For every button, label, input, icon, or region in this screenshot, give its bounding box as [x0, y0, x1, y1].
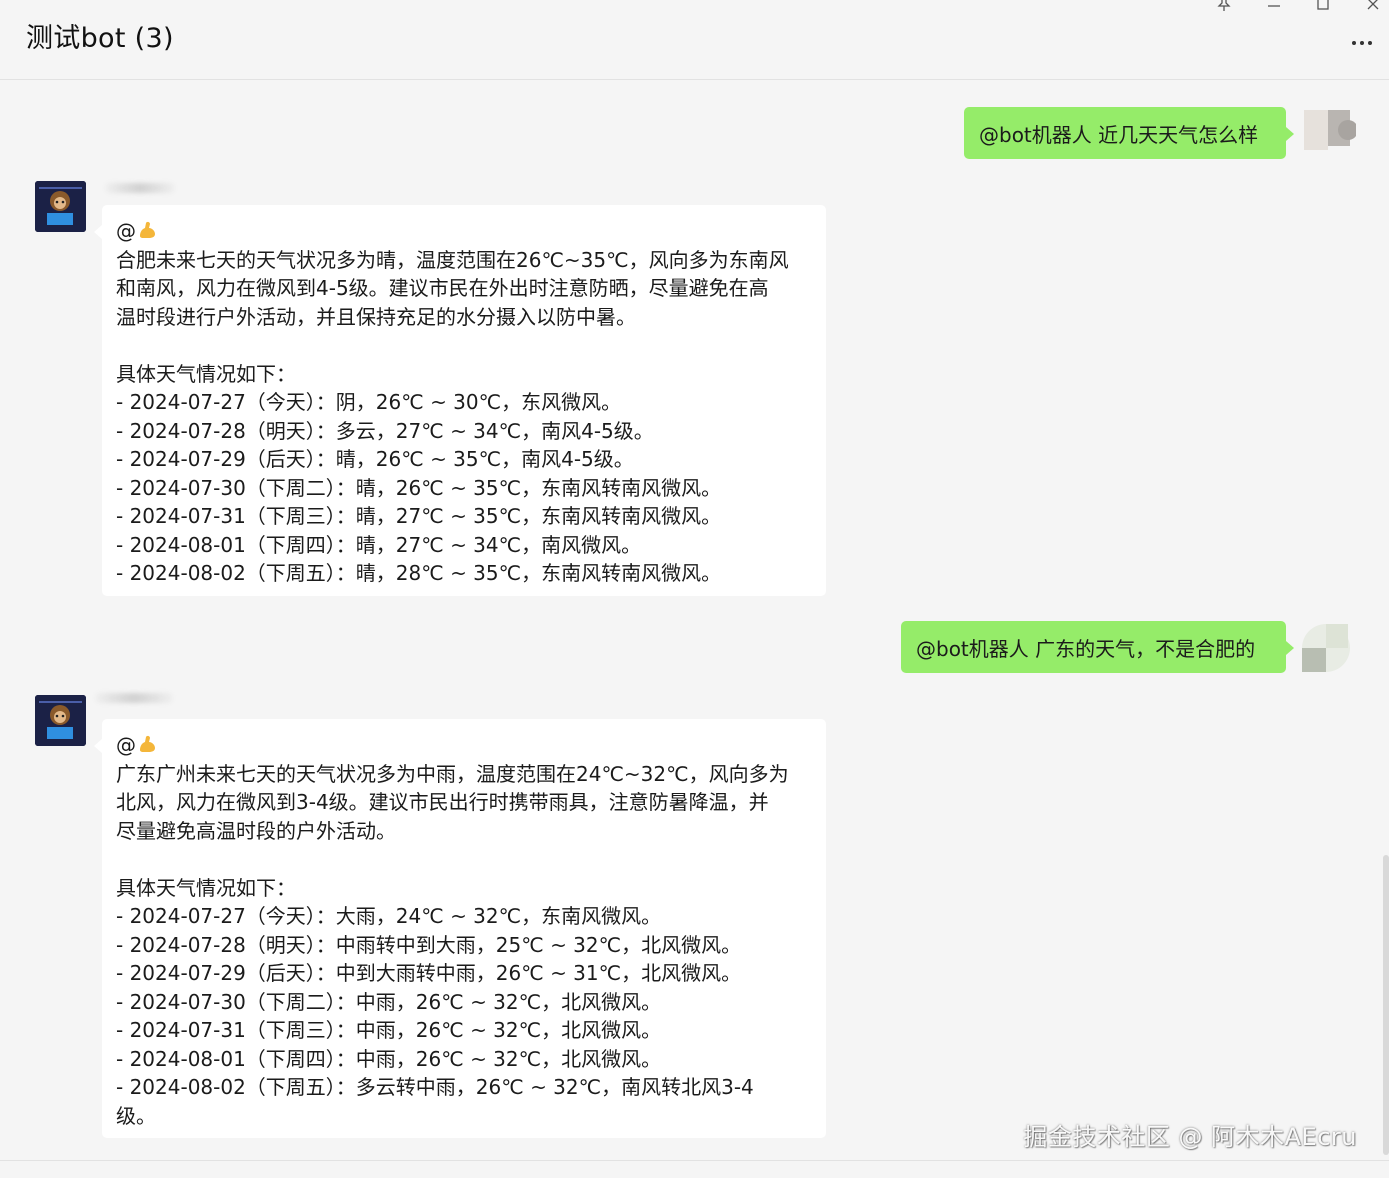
message-text: @bot机器人 广东的天气，不是合肥的 — [916, 636, 1256, 661]
title-bar: 测试bot (3) — [0, 0, 1389, 80]
message-bubble[interactable]: @ 广东广州未来七天的天气状况多为中雨，温度范围在24℃~32℃，风向多为 北风… — [94, 719, 826, 1138]
forecast-line: - 2024-08-02（下周五）：多云转中雨，26℃ ~ 32℃，南风转北风3… — [116, 1075, 754, 1099]
mention-line: @ — [116, 731, 812, 760]
forecast-line: - 2024-07-31（下周三）：中雨，26℃ ~ 32℃，北风微风。 — [116, 1018, 662, 1042]
forecast-line: 级。 — [116, 1103, 156, 1128]
forecast-line: - 2024-07-28（明天）：中雨转中到大雨，25℃ ~ 32℃，北风微风。 — [116, 932, 742, 957]
forecast-line: - 2024-07-30（下周二）：中雨，26℃ ~ 32℃，北风微风。 — [116, 989, 662, 1014]
avatar[interactable] — [1300, 106, 1356, 162]
message-bubble[interactable]: @bot机器人 广东的天气，不是合肥的 — [901, 621, 1294, 673]
message-text: @bot机器人 近几天天气怎么样 — [979, 122, 1259, 147]
avatar[interactable] — [1300, 618, 1356, 674]
minimize-icon[interactable] — [1262, 0, 1286, 14]
close-icon[interactable] — [1361, 0, 1385, 14]
watermark: 掘金技术社区 @ 阿木木AEcru — [1023, 1123, 1357, 1151]
flexed-biceps-emoji — [136, 219, 158, 241]
sender-name — [105, 183, 175, 193]
forecast-line: - 2024-07-29（后天）：中到大雨转中雨，26℃ ~ 31℃，北风微风。 — [116, 961, 742, 985]
scrollbar[interactable] — [1383, 855, 1389, 1155]
message-text-line: 和南风，风力在微风到4-5级。建议市民在外出时注意防晒，尽量避免在高 — [116, 276, 769, 300]
sender-name — [95, 693, 173, 703]
avatar[interactable] — [35, 181, 86, 232]
forecast-line: - 2024-07-31（下周三）：晴，27℃ ~ 35℃，东南风转南风微风。 — [116, 504, 722, 528]
message-bubble[interactable]: @bot机器人 近几天天气怎么样 — [964, 107, 1294, 159]
chat-title: 测试bot (3) — [26, 23, 174, 54]
divider — [0, 1160, 1389, 1161]
forecast-line: - 2024-07-28（明天）：多云，27℃ ~ 34℃，南风4-5级。 — [116, 418, 654, 443]
forecast-line: - 2024-07-29（后天）：晴，26℃ ~ 35℃，南风4-5级。 — [116, 447, 634, 471]
pin-icon[interactable] — [1212, 0, 1236, 14]
message-text-line: 北风，风力在微风到3-4级。建议市民出行时携带雨具，注意防暑降温，并 — [116, 790, 769, 814]
forecast-line: - 2024-08-01（下周四）：晴，27℃ ~ 34℃，南风微风。 — [116, 532, 642, 557]
forecast-line: - 2024-07-27（今天）：大雨，24℃ ~ 32℃，东南风微风。 — [116, 904, 662, 928]
maximize-icon[interactable] — [1311, 0, 1335, 14]
message-text-line: 广东广州未来七天的天气状况多为中雨，温度范围在24℃~32℃，风向多为 — [116, 761, 789, 786]
message-list[interactable]: @bot机器人 近几天天气怎么样 @ 合肥未来七天的天气状况多为晴，温度范围在2… — [0, 80, 1389, 1160]
flexed-biceps-emoji — [136, 733, 158, 755]
forecast-line: - 2024-08-02（下周五）：晴，28℃ ~ 35℃，东南风转南风微风。 — [116, 561, 722, 585]
forecast-line: - 2024-08-01（下周四）：中雨，26℃ ~ 32℃，北风微风。 — [116, 1046, 662, 1071]
message-text-line: 合肥未来七天的天气状况多为晴，温度范围在26℃~35℃，风向多为东南风 — [116, 247, 789, 272]
forecast-line: - 2024-07-30（下周二）：晴，26℃ ~ 35℃，东南风转南风微风。 — [116, 475, 722, 500]
message-text-line: 温时段进行户外活动，并且保持充足的水分摄入以防中暑。 — [116, 304, 636, 329]
forecast-line: - 2024-07-27（今天）：阴，26℃ ~ 30℃，东风微风。 — [116, 390, 622, 414]
detail-header: 具体天气情况如下： — [116, 875, 296, 900]
mention-line: @ — [116, 217, 812, 246]
message-bubble[interactable]: @ 合肥未来七天的天气状况多为晴，温度范围在26℃~35℃，风向多为东南风 和南… — [94, 205, 826, 596]
detail-header: 具体天气情况如下： — [116, 361, 296, 386]
avatar[interactable] — [35, 695, 86, 746]
chat-window: 测试bot (3) @bot机器人 近几天天气怎么样 @ 合肥未来七天的天气状况… — [0, 0, 1389, 1178]
message-text-line: 尽量避免高温时段的户外活动。 — [116, 818, 396, 843]
more-icon[interactable] — [1349, 36, 1375, 50]
